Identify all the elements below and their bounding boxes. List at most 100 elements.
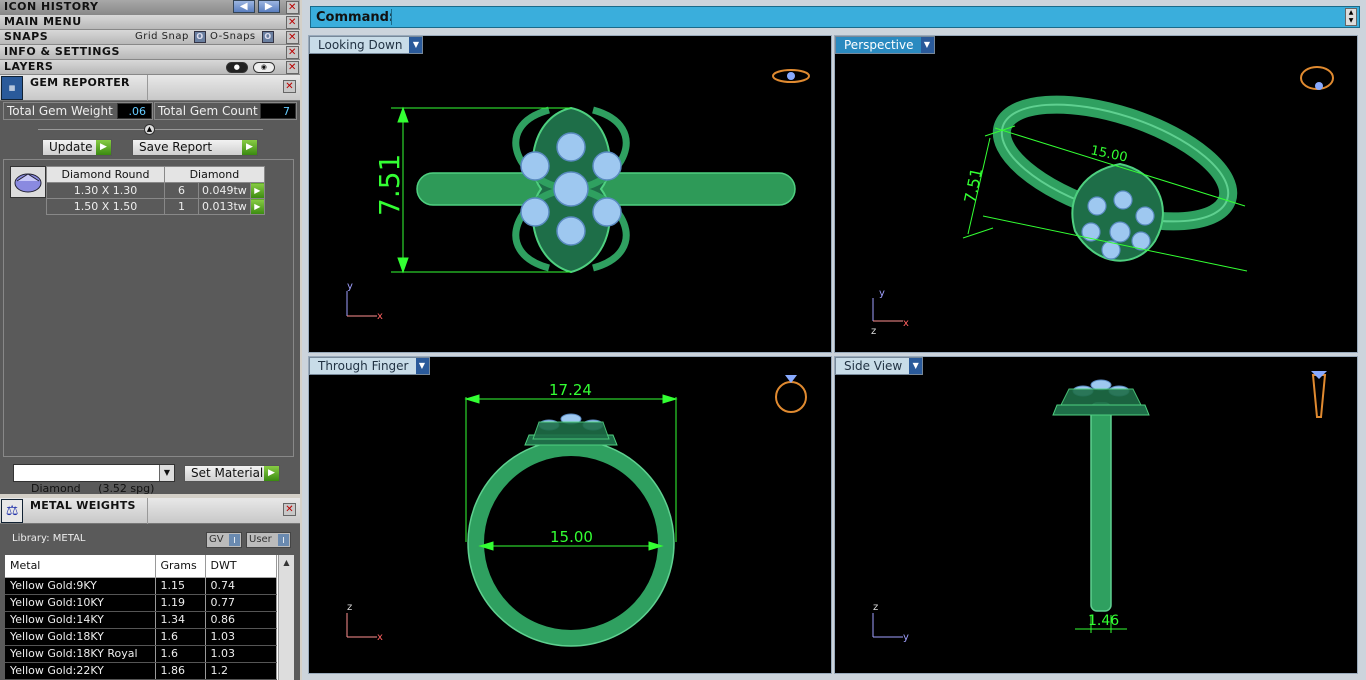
ring-preview-icon: [772, 69, 810, 83]
command-bar: Command: ▲ ▼: [310, 6, 1360, 28]
top-view-drawing: 7.51 y x: [346, 69, 810, 322]
table-row[interactable]: Yellow Gold:10KY 1.19 0.77: [5, 594, 277, 612]
viewport-title: Through Finger: [318, 359, 409, 373]
dwt-cell: 1.2: [205, 662, 277, 680]
play-icon: ▶: [96, 140, 111, 155]
total-gem-count-value: 7: [260, 103, 296, 119]
grid-snap-toggle[interactable]: O: [194, 31, 206, 43]
diamond-round-icon[interactable]: [10, 166, 46, 198]
set-material-button[interactable]: Set Material ▶: [184, 465, 280, 482]
y-axis-label: y: [347, 281, 353, 292]
table-row[interactable]: Yellow Gold:22KY 1.86 1.2: [5, 662, 277, 680]
save-report-label: Save Report: [139, 140, 213, 154]
close-icon[interactable]: ✕: [283, 80, 296, 93]
metal-cell: Yellow Gold:18KY Royal: [5, 645, 156, 663]
select-row-icon[interactable]: ▶: [249, 198, 265, 215]
viewport-label-through-finger[interactable]: Through Finger ▼: [309, 357, 430, 375]
chevron-down-icon[interactable]: ▼: [409, 37, 423, 53]
o-snaps-toggle[interactable]: O: [262, 31, 274, 43]
viewport-side-view[interactable]: 1.46 z y Side View ▼: [834, 356, 1358, 674]
gem-count-cell: 6: [164, 182, 199, 199]
total-gem-count-label: Total Gem Count: [158, 104, 258, 118]
viewport-perspective[interactable]: 7.51 15.00 y x z Perspective ▼: [834, 35, 1358, 353]
scale-icon: ⚖: [1, 499, 23, 523]
gem-weight-cell: 0.049tw: [198, 182, 251, 199]
update-button[interactable]: Update ▶: [42, 139, 112, 156]
close-icon[interactable]: ✕: [286, 61, 299, 74]
layer-toggle-icon[interactable]: ●: [226, 62, 248, 73]
viewport-label-side-view[interactable]: Side View ▼: [835, 357, 924, 375]
eye-icon[interactable]: ◉: [253, 62, 275, 73]
close-icon[interactable]: ✕: [286, 31, 299, 44]
viewport-through-finger[interactable]: 17.24 15.00 z x Through Finger ▼: [308, 356, 832, 674]
table-row[interactable]: Yellow Gold:18KY Royal 1.6 1.03: [5, 645, 277, 663]
save-report-button[interactable]: Save Report ▶: [132, 139, 258, 156]
table-row[interactable]: Yellow Gold:9KY 1.15 0.74: [5, 577, 277, 595]
table-row[interactable]: Yellow Gold:18KY 1.6 1.03: [5, 628, 277, 646]
gv-label: GV: [209, 534, 224, 545]
perspective-drawing: 7.51 15.00 y x z: [871, 66, 1334, 337]
command-scroll-icon[interactable]: ▲ ▼: [1345, 8, 1357, 26]
chevron-down-icon[interactable]: ▼: [159, 465, 174, 481]
gem-size-cell: 1.30 X 1.30: [46, 182, 165, 199]
x-axis-label: x: [377, 311, 383, 322]
scroll-up-icon[interactable]: ▲: [279, 555, 294, 570]
info-settings-title: INFO & SETTINGS: [4, 45, 120, 58]
info-icon: I: [229, 534, 240, 546]
gem-table-header: Diamond: [164, 166, 265, 183]
gem: [520, 197, 550, 227]
close-icon[interactable]: ✕: [283, 503, 296, 516]
slider-handle-icon[interactable]: ▲: [144, 124, 155, 135]
metal-cell: Yellow Gold:14KY: [5, 611, 156, 629]
table-row[interactable]: Yellow Gold:14KY 1.34 0.86: [5, 611, 277, 629]
set-material-label: Set Material: [191, 466, 264, 480]
select-row-icon[interactable]: ▶: [249, 182, 265, 199]
play-icon: ▶: [242, 140, 257, 155]
viewport-title: Looking Down: [318, 38, 403, 52]
ring-head: [1052, 404, 1150, 416]
info-icon: I: [278, 534, 289, 546]
chevron-down-icon[interactable]: ▼: [415, 358, 429, 374]
front-view-drawing: 17.24 15.00 z x: [346, 375, 807, 647]
total-gem-weight-label: Total Gem Weight: [7, 104, 113, 118]
forward-arrow-icon[interactable]: ▶: [258, 0, 280, 13]
viewport-area: Command: ▲ ▼ 7.51 y x Looking Down ▼ 7.5…: [302, 0, 1366, 680]
close-icon[interactable]: ✕: [286, 1, 299, 14]
viewport-label-looking-down[interactable]: Looking Down ▼: [309, 36, 424, 54]
close-icon[interactable]: ✕: [286, 46, 299, 59]
axis-indicator: z x: [346, 602, 383, 643]
layers-bar[interactable]: LAYERS ● ◉ ✕: [0, 60, 300, 75]
gem: [556, 132, 586, 162]
metal-weights-header: ⚖ METAL WEIGHTS ✕: [0, 498, 300, 524]
command-input[interactable]: [391, 9, 1341, 25]
main-menu-bar[interactable]: MAIN MENU ✕: [0, 15, 300, 30]
perspective-dimension-2: 15.00: [1089, 143, 1129, 165]
icon-history-bar[interactable]: ICON HISTORY ◀ ▶ ✕: [0, 0, 300, 15]
axis-indicator: y x: [346, 281, 383, 322]
scrollbar[interactable]: ▲: [278, 555, 294, 680]
metal-cell: Yellow Gold:9KY: [5, 577, 156, 595]
snaps-bar[interactable]: SNAPS Grid Snap O O-Snaps O ✕: [0, 30, 300, 45]
viewport-looking-down[interactable]: 7.51 y x Looking Down ▼: [308, 35, 832, 353]
metal-cell: Yellow Gold:22KY: [5, 662, 156, 680]
snaps-title: SNAPS: [4, 30, 49, 43]
y-axis-label: y: [879, 288, 885, 299]
chevron-down-icon[interactable]: ▼: [920, 37, 934, 53]
chevron-down-icon[interactable]: ▼: [909, 358, 923, 374]
side-dimension-label: 1.46: [1088, 613, 1119, 629]
viewport-label-perspective[interactable]: Perspective ▼: [835, 36, 935, 54]
metal-weights-table-container: Metal Grams DWT Yellow Gold:9KY 1.15 0.74 …: [5, 555, 294, 680]
left-panel: ICON HISTORY ◀ ▶ ✕ MAIN MENU ✕ SNAPS Gri…: [0, 0, 300, 680]
dwt-cell: 1.03: [205, 645, 277, 663]
x-axis-label: x: [377, 632, 383, 643]
user-toggle[interactable]: User I: [246, 532, 291, 548]
o-snaps-label: O-Snaps: [210, 31, 256, 42]
info-settings-bar[interactable]: INFO & SETTINGS ✕: [0, 45, 300, 60]
material-select[interactable]: Diamond (3.52 spg) ▼: [13, 464, 175, 495]
back-arrow-icon[interactable]: ◀: [233, 0, 255, 13]
metal-cell: Yellow Gold:10KY: [5, 594, 156, 612]
gem-weight-cell: 0.013tw: [198, 198, 251, 215]
center-gem: [553, 171, 589, 207]
gv-toggle[interactable]: GV I: [206, 532, 242, 548]
close-icon[interactable]: ✕: [286, 16, 299, 29]
